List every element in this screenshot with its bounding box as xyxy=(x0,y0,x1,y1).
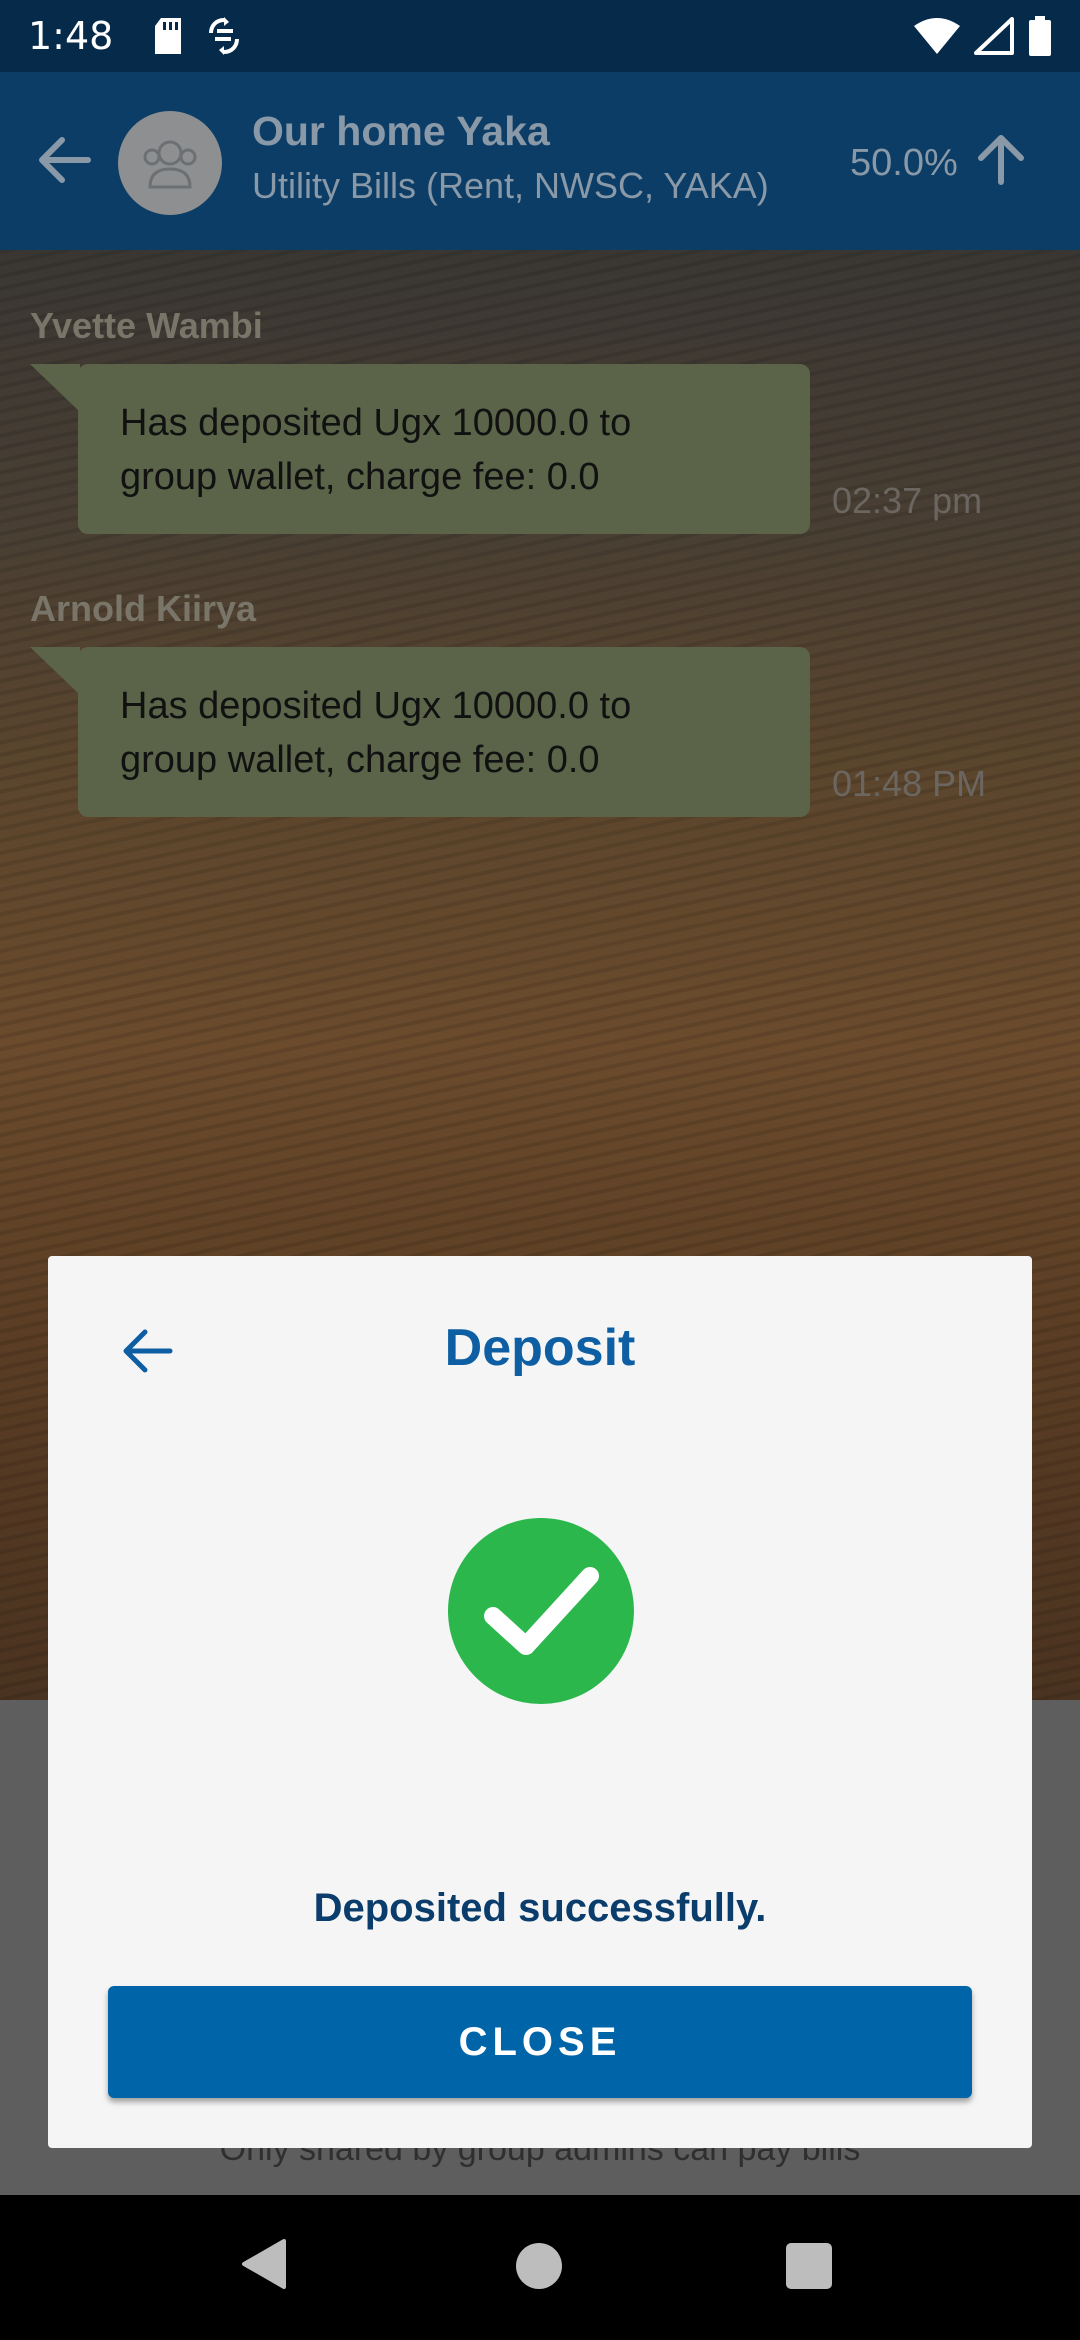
group-icon xyxy=(143,140,197,189)
wifi-icon xyxy=(914,18,960,54)
battery-icon xyxy=(1029,16,1051,56)
message-time: 02:37 pm xyxy=(832,480,983,521)
bubble-tail xyxy=(30,647,80,695)
message-text-line: Has deposited Ugx 10000.0 to xyxy=(120,402,632,444)
arrow-up-icon[interactable] xyxy=(975,130,1027,186)
group-title: Our home Yaka xyxy=(252,108,550,154)
check-circle-icon xyxy=(448,1518,634,1704)
nav-home-icon[interactable] xyxy=(516,2243,562,2289)
group-avatar[interactable] xyxy=(118,111,222,215)
signal-icon xyxy=(974,17,1014,55)
sd-card-icon xyxy=(155,18,182,54)
status-time: 1:48 xyxy=(28,14,114,58)
navigation-bar xyxy=(0,2195,1080,2340)
bubble-tail xyxy=(30,364,80,412)
close-button[interactable]: CLOSE xyxy=(108,1986,972,2098)
deposit-dialog: Deposit Deposited successfully. CLOSE xyxy=(48,1256,1032,2148)
back-arrow-icon[interactable] xyxy=(36,134,92,186)
message-time: 01:48 PM xyxy=(832,763,987,804)
success-message: Deposited successfully. xyxy=(313,1886,767,1930)
status-right-icons xyxy=(914,16,1052,56)
progress-percentage: 50.0% xyxy=(850,142,958,184)
nav-recents-icon[interactable] xyxy=(786,2243,832,2289)
message-bubble[interactable]: Has deposited Ugx 10000.0 to group walle… xyxy=(78,647,810,817)
message-sender: Yvette Wambi xyxy=(30,305,263,346)
app-bar: Our home Yaka Utility Bills (Rent, NWSC,… xyxy=(0,72,1080,250)
group-subtitle: Utility Bills (Rent, NWSC, YAKA) xyxy=(252,165,769,206)
nav-back-icon[interactable] xyxy=(240,2237,288,2291)
message-text-line: group wallet, charge fee: 0.0 xyxy=(120,456,600,498)
dialog-title: Deposit xyxy=(444,1319,636,1377)
message-text-line: Has deposited Ugx 10000.0 to xyxy=(120,685,632,727)
status-left-icons xyxy=(153,17,241,55)
sync-icon xyxy=(209,17,240,55)
status-bar: 1:48 xyxy=(0,0,1080,72)
message-sender: Arnold Kiirya xyxy=(30,588,257,629)
message-bubble[interactable]: Has deposited Ugx 10000.0 to group walle… xyxy=(78,364,810,534)
message-text-line: group wallet, charge fee: 0.0 xyxy=(120,739,600,781)
